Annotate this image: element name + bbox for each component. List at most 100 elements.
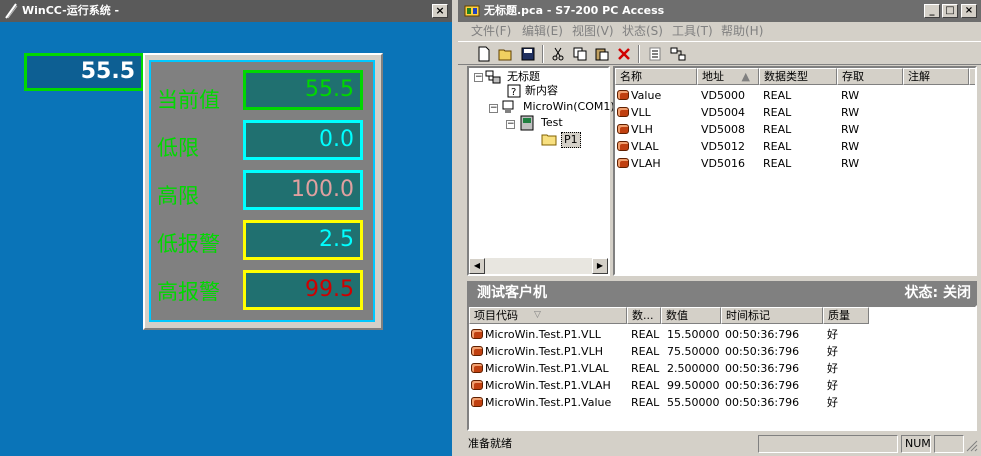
plc-project-icon [520,115,534,131]
tag-type: REAL [763,157,792,170]
high-alarm-field[interactable]: 99.5 [243,270,363,310]
tree-root-label[interactable]: 无标题 [507,70,540,84]
wincc-close-button[interactable]: × [432,4,448,18]
tag-list[interactable]: 名称 地址 ▲ 数据类型 存取 注解 Value VD5000 REAL RW V… [613,66,977,276]
item-code: MicroWin.Test.P1.VLAH [485,379,611,392]
tag-icon [617,107,629,117]
item-value: 2.500000 [667,362,720,375]
sort-asc-icon: ▲ [741,70,750,83]
delete-icon[interactable] [614,44,634,64]
item-value: 15.50000 [667,328,720,341]
tag-icon [471,363,483,373]
tag-name: VLH [631,123,653,136]
column-header-datatype[interactable]: 数... [627,307,661,324]
close-button[interactable]: × [961,4,977,18]
tree-folder-label[interactable]: P1 [561,132,581,148]
column-header-value[interactable]: 数值 [661,307,721,324]
save-icon[interactable] [518,44,538,64]
tree-collapse-toggle[interactable]: − [474,73,483,82]
column-header-timestamp[interactable]: 时间标记 [721,307,823,324]
tag-icon [471,380,483,390]
properties-icon[interactable] [645,44,665,64]
tag-name: VLAL [631,140,659,153]
new-icon[interactable] [474,44,494,64]
item-quality: 好 [827,345,838,358]
pca-titlebar: 无标题.pca - S7-200 PC Access _ □ × [458,0,981,22]
cut-icon[interactable] [548,44,568,64]
scroll-left-icon[interactable]: ◀ [469,258,485,274]
column-header-quality[interactable]: 质量 [823,307,869,324]
item-type: REAL [631,396,660,409]
column-header-comment[interactable]: 注解 [903,68,969,85]
tree-collapse-toggle[interactable]: − [506,120,515,129]
tag-icon [617,124,629,134]
test-client-title: 测试客户机 [477,285,547,301]
test-client-header: 测试客户机 状态: 关闭 [467,281,977,305]
tag-type: REAL [763,106,792,119]
network-icon[interactable] [668,44,688,64]
tree-horizontal-scrollbar[interactable]: ◀ ▶ [469,258,608,274]
maximize-button[interactable]: □ [942,4,958,18]
statusbar: 准备就绪 NUM [458,433,981,456]
column-header-filler [969,68,975,85]
low-alarm-label: 低报警 [157,232,220,256]
low-limit-field[interactable]: 0.0 [243,120,363,160]
item-code: MicroWin.Test.P1.VLAL [485,362,609,375]
pca-title: 无标题.pca - S7-200 PC Access [484,4,665,17]
tag-address: VD5016 [701,157,745,170]
high-limit-field[interactable]: 100.0 [243,170,363,210]
column-header-name[interactable]: 名称 [615,68,697,85]
item-timestamp: 00:50:36:796 [725,345,800,358]
column-header-item-code[interactable]: 项目代码 ▽ [469,307,627,324]
column-header-access[interactable]: 存取 [837,68,903,85]
project-tree[interactable]: − 无标题 ? 新内容 − MicroWin(COM1) − Test P1 ◀… [467,66,615,276]
plc-icon [502,100,514,113]
tree-plc-label[interactable]: MicroWin(COM1) [523,100,615,114]
tree-collapse-toggle[interactable]: − [489,104,498,113]
toolbar-separator [542,45,544,63]
menu-view[interactable]: 视图(V) [572,22,614,40]
tag-access: RW [841,123,860,136]
tree-project-label[interactable]: Test [541,116,563,130]
minimize-button[interactable]: _ [924,4,940,18]
paste-icon[interactable] [592,44,612,64]
tag-type: REAL [763,123,792,136]
menu-file[interactable]: 文件(F) [471,22,511,40]
menu-help[interactable]: 帮助(H) [721,22,763,40]
item-timestamp: 00:50:36:796 [725,328,800,341]
current-value-field[interactable]: 55.5 [243,70,363,110]
scroll-right-icon[interactable]: ▶ [592,258,608,274]
menu-edit[interactable]: 编辑(E) [522,22,563,40]
wincc-window: WinCC-运行系统 - × 55.5 当前值 55.5 低限 0.0 高限 1… [0,0,455,456]
tag-icon [471,397,483,407]
project-root-icon [485,70,501,84]
main-value-display: 55.5 [24,53,144,91]
status-text: 准备就绪 [468,437,512,450]
tag-address: VD5012 [701,140,745,153]
current-value-label: 当前值 [157,88,220,112]
test-client-list[interactable]: 项目代码 ▽ 数... 数值 时间标记 质量 MicroWin.Test.P1.V… [467,305,977,431]
open-icon[interactable] [496,44,516,64]
tag-icon [471,346,483,356]
menubar: 文件(F) 编辑(E) 视图(V) 状态(S) 工具(T) 帮助(H) [458,22,981,41]
copy-icon[interactable] [570,44,590,64]
column-header-datatype[interactable]: 数据类型 [759,68,837,85]
tag-address: VD5004 [701,106,745,119]
item-value: 75.50000 [667,345,720,358]
item-type: REAL [631,328,660,341]
item-type: REAL [631,379,660,392]
wincc-titlebar: WinCC-运行系统 - × [0,0,452,22]
tag-icon [617,141,629,151]
column-header-address[interactable]: 地址 ▲ [697,68,759,85]
menu-tools[interactable]: 工具(T) [672,22,713,40]
tag-address: VD5000 [701,89,745,102]
high-limit-label: 高限 [157,184,199,208]
tag-access: RW [841,89,860,102]
low-alarm-field[interactable]: 2.5 [243,220,363,260]
help-icon: ? [507,84,521,98]
menu-status[interactable]: 状态(S) [622,22,663,40]
item-value: 99.50000 [667,379,720,392]
item-quality: 好 [827,362,838,375]
resize-grip-icon[interactable] [966,440,978,452]
tree-new-content[interactable]: 新内容 [525,84,558,98]
